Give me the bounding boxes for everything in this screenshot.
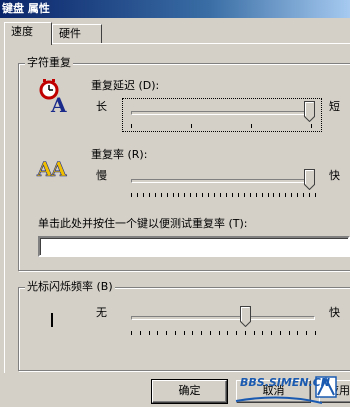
tab-hardware[interactable]: 硬件 xyxy=(52,24,102,44)
cursor-blink-group: 光标闪烁频率 (B) xyxy=(18,280,350,371)
repeat-test-input[interactable] xyxy=(38,236,350,257)
repeat-delay-max-label: 短 xyxy=(329,100,340,113)
repeat-delay-ticks xyxy=(131,124,312,128)
repeat-test-label: 单击此处并按住一个键以便测试重复率 (T): xyxy=(38,217,248,230)
svg-text:A: A xyxy=(50,157,67,180)
repeat-rate-track[interactable] xyxy=(131,179,315,183)
ok-button[interactable]: 确定 xyxy=(151,379,228,404)
character-repeat-title: 字符重复 xyxy=(25,56,73,70)
repeat-rate-thumb[interactable] xyxy=(304,169,315,190)
cursor-blink-max-label: 快 xyxy=(329,306,340,319)
repeat-delay-label: 重复延迟 (D): xyxy=(91,79,160,92)
repeat-rate-label: 重复率 (R): xyxy=(91,148,148,161)
watermark-text: BBS.SIMEN.CN xyxy=(240,376,331,389)
cursor-blink-thumb[interactable] xyxy=(240,306,251,327)
tab-speed[interactable]: 速度 xyxy=(4,22,52,45)
repeat-delay-thumb[interactable] xyxy=(304,101,315,122)
svg-text:A: A xyxy=(50,93,67,114)
keyboard-rate-icon: A A xyxy=(36,157,67,180)
repeat-delay-track[interactable] xyxy=(131,111,315,115)
keyboard-delay-icon: A xyxy=(39,79,67,114)
repeat-rate-ticks xyxy=(131,193,316,197)
cursor-blink-ticks xyxy=(131,331,316,335)
cursor-blink-title: 光标闪烁频率 (B) xyxy=(25,280,115,294)
cursor-blink-min-label: 无 xyxy=(96,306,107,319)
repeat-delay-min-label: 长 xyxy=(96,100,107,113)
window-title: 键盘 属性 xyxy=(0,0,350,18)
repeat-rate-min-label: 慢 xyxy=(96,169,107,182)
repeat-rate-max-label: 快 xyxy=(329,169,340,182)
tab-strip: 速度 硬件 xyxy=(0,22,350,45)
cursor-blink-track[interactable] xyxy=(131,316,315,320)
watermark-logo: BBS.SIMEN.CN xyxy=(232,373,350,407)
cursor-blink-icon xyxy=(51,313,53,327)
